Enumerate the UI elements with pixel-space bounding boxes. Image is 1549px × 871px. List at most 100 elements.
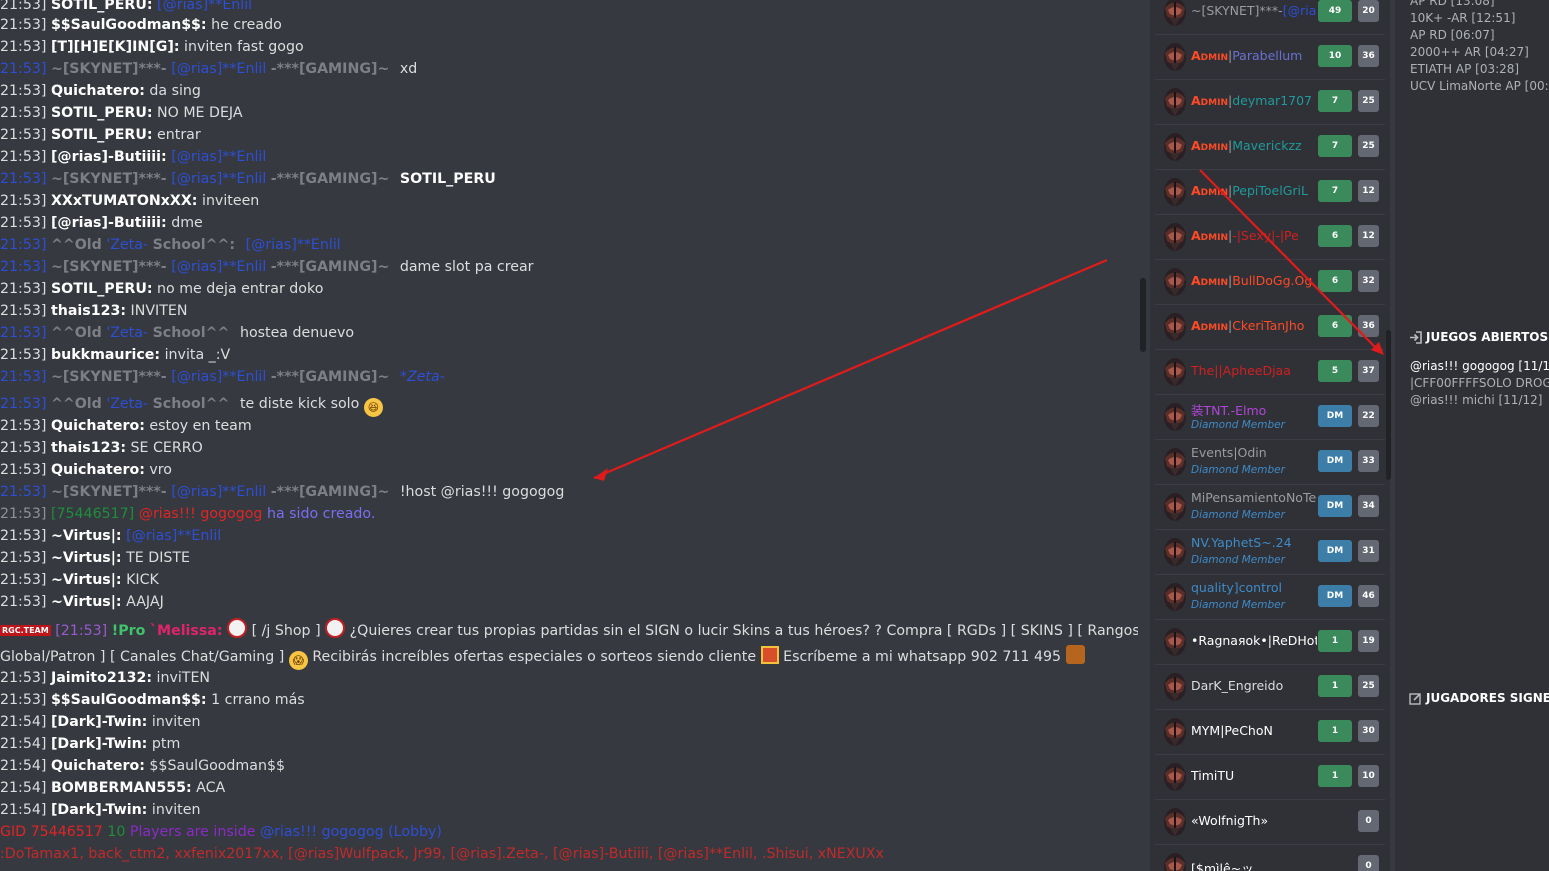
sender-clan: [@rias]**Enlil bbox=[171, 61, 267, 77]
user-row[interactable]: Events|Odin Diamond Member DM 33 bbox=[1155, 440, 1385, 485]
user-row[interactable]: quality]control Diamond Member DM 46 bbox=[1155, 575, 1385, 620]
timestamp: 21:53] bbox=[0, 396, 47, 412]
sender-prefix: ~[SKYNET]***- bbox=[50, 61, 167, 77]
user-name-text: Parabellum bbox=[1232, 48, 1303, 63]
timestamp: 21:53] bbox=[0, 127, 47, 143]
chat-line: 21:53] [@rias]-Butiiii: [@rias]**Enlil bbox=[0, 146, 266, 168]
user-row[interactable]: DarK_Engreido 1 25 bbox=[1155, 665, 1385, 710]
user-row[interactable]: Admin|CkeriTanJho 6 36 bbox=[1155, 305, 1385, 350]
user-row[interactable]: [$mìlê~ッ 0 bbox=[1155, 845, 1385, 871]
timestamp: 21:53] bbox=[0, 105, 47, 121]
open-game-item[interactable]: @rias!!! michi [11/12] bbox=[1410, 392, 1542, 409]
user-name-text: PepiToelGriL bbox=[1232, 183, 1308, 198]
chat-line: 21:53] thais123: SE CERRO bbox=[0, 437, 203, 459]
user-row[interactable]: Admin|Maverickzz 7 25 bbox=[1155, 125, 1385, 170]
timestamp: 21:53] bbox=[0, 572, 47, 588]
sender-name: Quichatero: bbox=[50, 758, 145, 774]
sender-clan: [@rias]**Enlil bbox=[171, 369, 267, 385]
chat-line: 21:53] ^^Old 'Zeta- School^^ hostea denu… bbox=[0, 322, 354, 344]
user-badge-primary: 1 bbox=[1318, 630, 1352, 652]
open-games-header: JUEGOS ABIERTOS bbox=[1409, 330, 1548, 344]
chat-line: 21:53] [T][H]E[K]IN[G]: inviten fast gog… bbox=[0, 36, 304, 58]
lobby-item[interactable]: 2000++ AR [04:27] bbox=[1410, 44, 1529, 61]
helmet-avatar-icon bbox=[1159, 716, 1191, 748]
user-row[interactable]: MiPensamientoNoTeO Diamond Member DM 34 bbox=[1155, 485, 1385, 530]
user-row[interactable]: Admin|BullDoGg.Og 6 32 bbox=[1155, 260, 1385, 305]
user-row[interactable]: NV.YaphetS~.24 Diamond Member DM 31 bbox=[1155, 530, 1385, 575]
user-row[interactable]: TimiTU 1 10 bbox=[1155, 755, 1385, 800]
sender-clan: [@rias]**Enlil bbox=[171, 171, 267, 187]
user-name-text: CkeriTanJho bbox=[1232, 318, 1305, 333]
helmet-avatar-icon bbox=[1159, 671, 1191, 703]
sender-suffix: -***[GAMING]~ bbox=[270, 484, 390, 500]
timestamp: 21:54] bbox=[0, 780, 47, 796]
user-row[interactable]: MYM|PeChoN 1 30 bbox=[1155, 710, 1385, 755]
lobby-item[interactable]: UCV LimaNorte AP [00:1 bbox=[1410, 78, 1549, 95]
lobby-item[interactable]: ETIATH AP [03:28] bbox=[1410, 61, 1519, 78]
user-badge-level: 36 bbox=[1358, 315, 1379, 337]
user-row[interactable]: Admin|Parabellum 10 36 bbox=[1155, 35, 1385, 80]
user-row[interactable]: Admin|-|Sexy|-|Pe 6 12 bbox=[1155, 215, 1385, 260]
user-name-text: Events|Odin bbox=[1191, 445, 1267, 460]
sender-prefix: ~[SKYNET]***- bbox=[50, 484, 167, 500]
user-name: NV.YaphetS~.24 bbox=[1191, 535, 1317, 550]
chat-line: 21:53] ^^Old 'Zeta- School^^: [@rias]**E… bbox=[0, 234, 341, 256]
open-game-item[interactable]: |CFF00FFFFSOLO DROG bbox=[1410, 375, 1549, 392]
status-text: Players are inside bbox=[129, 824, 256, 840]
timestamp: 21:53] bbox=[0, 369, 47, 385]
user-name-text: BullDoGg.Og bbox=[1232, 273, 1313, 288]
helmet-avatar-icon bbox=[1159, 851, 1191, 871]
chat-line: 21:53] $$SaulGoodman$$: he creado bbox=[0, 14, 282, 36]
timestamp: 21:53] bbox=[0, 149, 47, 165]
chat-line: 21:54] [Dark]-Twin: inviten bbox=[0, 711, 200, 733]
user-row[interactable]: 装TNT.-Elmo Diamond Member DM 22 bbox=[1155, 395, 1385, 440]
user-badge-level: 34 bbox=[1358, 495, 1379, 517]
message-text: Escríbeme a mi whatsapp 902 711 495 bbox=[783, 649, 1062, 665]
timestamp: 21:53] bbox=[0, 193, 47, 209]
sender-name: $$SaulGoodman$$: bbox=[50, 692, 207, 708]
message-text: SOTIL_PERU bbox=[399, 171, 496, 187]
game-id: [75446517] bbox=[50, 506, 135, 522]
message-text: [@rias]**Enlil bbox=[157, 0, 253, 13]
user-badge-level: 46 bbox=[1358, 585, 1379, 607]
user-name-text: -|Sexy|-|Pe bbox=[1232, 228, 1299, 243]
user-name: Admin|-|Sexy|-|Pe bbox=[1191, 228, 1299, 243]
message-text: 1 crrano más bbox=[211, 692, 305, 708]
chat-line: 21:53] Quichatero: estoy en team bbox=[0, 415, 252, 437]
sender-name: bukkmaurice: bbox=[50, 347, 161, 363]
user-clan: [@rias] bbox=[1282, 3, 1317, 18]
lobby-item[interactable]: 10K+ -AR [12:51] bbox=[1410, 10, 1515, 27]
open-game-item[interactable]: @rias!!! gogogog [11/12 bbox=[1410, 358, 1549, 375]
message-text: inviten bbox=[151, 714, 201, 730]
user-row[interactable]: The||ApheeDjaa 5 37 bbox=[1155, 350, 1385, 395]
user-row[interactable]: Admin|PepiToelGriL 7 12 bbox=[1155, 170, 1385, 215]
sender-prefix: !Pro bbox=[111, 623, 146, 639]
player-list: :DoTamax1, back_ctm2, xxfenix2017xx, [@r… bbox=[0, 846, 884, 862]
user-list-scrollbar[interactable] bbox=[1386, 330, 1391, 480]
timestamp: 21:53] bbox=[0, 237, 47, 253]
chat-line: 21:53] ~Virtus|: KICK bbox=[0, 569, 159, 591]
chat-line: 21:53] ~[SKYNET]***- [@rias]**Enlil -***… bbox=[0, 168, 496, 190]
sender-name: XXxTUMATONxXX: bbox=[50, 193, 198, 209]
user-badge-primary: DM bbox=[1318, 495, 1352, 517]
chat-scrollbar[interactable] bbox=[1140, 278, 1146, 352]
lobby-item[interactable]: AP RD [13:08] bbox=[1410, 0, 1495, 10]
user-name: TimiTU bbox=[1191, 768, 1317, 783]
chat-line: 21:53] bukkmaurice: invita _:V bbox=[0, 344, 230, 366]
lobby-item[interactable]: AP RD [06:07] bbox=[1410, 27, 1495, 44]
player-count: 10 bbox=[107, 824, 126, 840]
user-row[interactable]: Admin|deymar1707 7 25 bbox=[1155, 80, 1385, 125]
user-row[interactable]: •Ragnaяok•|ReDHot 1 19 bbox=[1155, 620, 1385, 665]
helmet-avatar-icon bbox=[1159, 86, 1191, 118]
chat-line: 21:53] Jaimito2132: inviTEN bbox=[0, 667, 210, 689]
user-name: MYM|PeChoN bbox=[1191, 723, 1317, 738]
chat-line: 21:53] XXxTUMATONxXX: inviteen bbox=[0, 190, 259, 212]
game-name: @rias!!! gogogog bbox=[138, 506, 263, 522]
user-row[interactable]: «WolfnigTh» 0 bbox=[1155, 800, 1385, 845]
chat-line: 21:53] [75446517] @rias!!! gogogog ha si… bbox=[0, 503, 375, 525]
timestamp: 21:54] bbox=[0, 758, 47, 774]
message-text: dame slot pa crear bbox=[399, 259, 534, 275]
team-tag: RGC.TEAM bbox=[0, 625, 51, 636]
user-row[interactable]: ~[SKYNET]***-[@rias]49 20 bbox=[1155, 0, 1385, 35]
chat-line: 21:54] Quichatero: $$SaulGoodman$$ bbox=[0, 755, 285, 777]
